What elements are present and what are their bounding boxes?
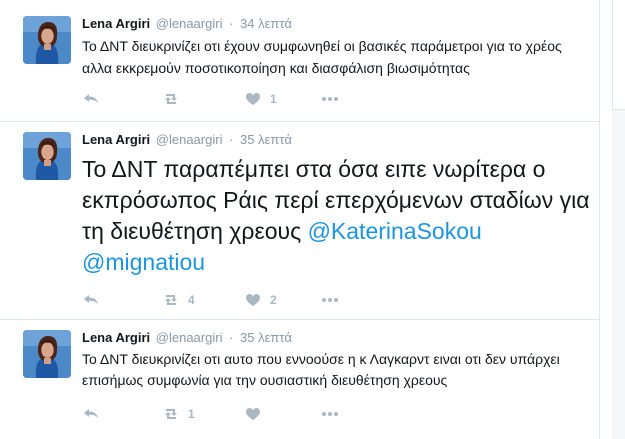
more-button[interactable] bbox=[321, 90, 339, 108]
more-button[interactable] bbox=[321, 291, 339, 309]
meta-separator: · bbox=[229, 16, 234, 31]
more-icon bbox=[321, 405, 339, 423]
retweet-icon bbox=[162, 291, 180, 309]
tweet-time[interactable]: 35 λεπτά bbox=[240, 132, 292, 147]
tweet-text-segment: Το ΔΝΤ διευκρινίζει οτι έχουν συμφωνηθεί… bbox=[82, 38, 562, 76]
like-button[interactable]: 1 bbox=[244, 90, 277, 108]
like-button[interactable] bbox=[244, 405, 262, 423]
tweet-text-segment: Το ΔΝΤ διευκρινίζει οτι αυτο που εννοούσ… bbox=[82, 351, 560, 388]
reply-icon bbox=[82, 90, 100, 108]
avatar[interactable] bbox=[23, 16, 71, 64]
tweet[interactable]: Lena Argiri @lenaargiri · 34 λεπτά Το ΔΝ… bbox=[0, 0, 599, 122]
mention-link[interactable]: @mignatiou bbox=[82, 249, 205, 275]
tweet-actions: 4 2 bbox=[82, 291, 382, 309]
more-icon bbox=[321, 90, 339, 108]
heart-icon bbox=[244, 90, 262, 108]
meta-separator: · bbox=[229, 330, 234, 345]
timeline: Lena Argiri @lenaargiri · 34 λεπτά Το ΔΝ… bbox=[0, 0, 600, 439]
tweet-text: Το ΔΝΤ διευκρινίζει οτι έχουν συμφωνηθεί… bbox=[82, 35, 587, 79]
tweet-actions: 1 bbox=[82, 90, 382, 108]
author-handle[interactable]: @lenaargiri bbox=[156, 330, 223, 345]
more-icon bbox=[321, 291, 339, 309]
reply-button[interactable] bbox=[82, 405, 100, 423]
author-name[interactable]: Lena Argiri bbox=[82, 132, 150, 147]
mention-link[interactable]: @KaterinaSokou bbox=[308, 218, 482, 244]
tweet-text: Το ΔΝΤ διευκρινίζει οτι αυτο που εννοούσ… bbox=[82, 349, 587, 391]
author-handle[interactable]: @lenaargiri bbox=[156, 132, 223, 147]
reply-icon bbox=[82, 405, 100, 423]
tweet-actions: 1 bbox=[82, 405, 382, 423]
author-handle[interactable]: @lenaargiri bbox=[156, 16, 223, 31]
tweet-text: Το ΔΝΤ παραπέμπει στα όσα ειπε νωρίτερα … bbox=[82, 154, 597, 278]
retweet-button[interactable]: 1 bbox=[162, 405, 195, 423]
like-button[interactable]: 2 bbox=[244, 291, 277, 309]
more-button[interactable] bbox=[321, 405, 339, 423]
reply-icon bbox=[82, 291, 100, 309]
avatar[interactable] bbox=[23, 330, 71, 378]
tweet-header: Lena Argiri @lenaargiri · 35 λεπτά bbox=[82, 330, 292, 346]
tweet-header: Lena Argiri @lenaargiri · 34 λεπτά bbox=[82, 16, 292, 32]
reply-button[interactable] bbox=[82, 90, 100, 108]
tweet[interactable]: Lena Argiri @lenaargiri · 35 λεπτά Το ΔΝ… bbox=[0, 320, 599, 439]
tweet-time[interactable]: 34 λεπτά bbox=[240, 16, 292, 31]
reply-button[interactable] bbox=[82, 291, 100, 309]
retweet-icon bbox=[162, 90, 180, 108]
meta-separator: · bbox=[229, 132, 234, 147]
right-sidebar-panel bbox=[612, 0, 625, 110]
heart-icon bbox=[244, 405, 262, 423]
heart-icon bbox=[244, 291, 262, 309]
like-count: 2 bbox=[270, 293, 277, 307]
retweet-icon bbox=[162, 405, 180, 423]
retweet-count: 1 bbox=[188, 407, 195, 421]
like-count: 1 bbox=[270, 92, 277, 106]
author-name[interactable]: Lena Argiri bbox=[82, 330, 150, 345]
tweet-time[interactable]: 35 λεπτά bbox=[240, 330, 292, 345]
retweet-count: 4 bbox=[188, 293, 195, 307]
tweet[interactable]: Lena Argiri @lenaargiri · 35 λεπτά Το ΔΝ… bbox=[0, 122, 599, 320]
tweet-header: Lena Argiri @lenaargiri · 35 λεπτά bbox=[82, 132, 292, 148]
retweet-button[interactable] bbox=[162, 90, 180, 108]
avatar[interactable] bbox=[23, 132, 71, 180]
author-name[interactable]: Lena Argiri bbox=[82, 16, 150, 31]
retweet-button[interactable]: 4 bbox=[162, 291, 195, 309]
